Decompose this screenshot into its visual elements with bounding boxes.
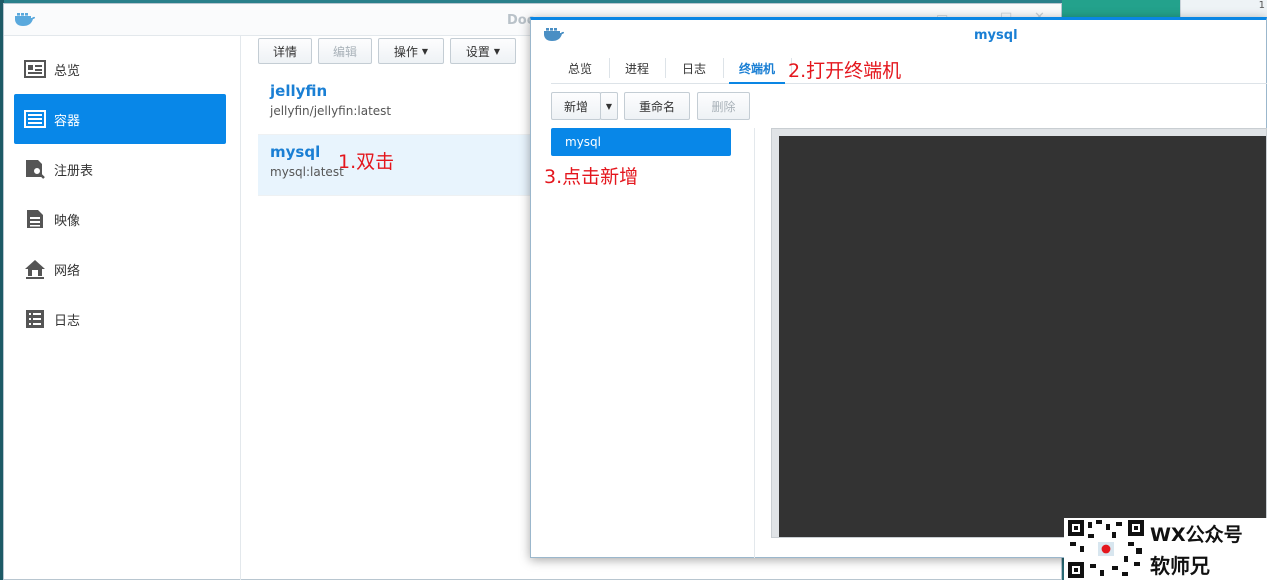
caret-down-icon: ▼ [605,101,613,111]
sidebar-item-label: 容器 [54,113,81,129]
list-item-mysql[interactable]: mysql mysql:latest [258,135,532,196]
caret-down-icon: ▼ [493,46,501,56]
desktop-widget [1062,0,1180,18]
sidebar-item-label: 总览 [54,63,81,79]
annotation-step2: 2.打开终端机 [788,60,902,82]
container-icon [24,108,46,130]
watermark: WX公众号 软师兄 [1064,518,1267,580]
sidebar-item-image[interactable]: 映像 [14,194,226,244]
watermark-line2: 软师兄 [1150,554,1210,578]
sidebar-item-label: 网络 [54,263,81,279]
tab-log[interactable]: 日志 [665,56,723,80]
sidebar-item-label: 日志 [54,313,81,329]
tab-process[interactable]: 进程 [609,56,665,80]
terminal-item-mysql[interactable]: mysql [551,128,731,156]
docker-whale-icon [543,27,565,47]
annotation-step3: 3.点击新增 [544,166,639,188]
rename-button[interactable]: 重命名 [624,92,690,120]
tab-divider [723,58,724,78]
new-dropdown-button[interactable]: ▼ [600,92,618,120]
terminal-screen[interactable] [779,136,1266,537]
sidebar-item-network[interactable]: 网络 [14,244,226,294]
sidebar-item-label: 注册表 [54,163,94,179]
list-item-jellyfin[interactable]: jellyfin jellyfin/jellyfin:latest [258,74,532,135]
container-image: jellyfin/jellyfin:latest [270,104,392,118]
active-tab-underline [729,82,785,84]
detail-tabs: 总览 进程 日志 终端机 [551,52,1267,84]
watermark-line1: WX公众号 [1150,524,1243,546]
container-image: mysql:latest [270,165,344,179]
qr-code-icon [1068,520,1144,578]
settings-dropdown-button[interactable]: 设置 ▼ [450,38,516,64]
annotation-step1: 1.双击 [338,151,395,173]
detail-window-title: mysql [974,28,1018,43]
sidebar: 总览 容器 注册表 映像 网络 日志 [4,36,241,580]
desktop-corner-number: 1 [1258,0,1265,11]
details-button[interactable]: 详情 [258,38,312,64]
container-list: jellyfin jellyfin/jellyfin:latest mysql … [258,74,532,196]
docker-whale-icon [14,12,36,32]
overview-icon [24,58,46,80]
tab-terminal[interactable]: 终端机 [725,56,789,80]
settings-label: 设置 [465,44,490,59]
tab-overview[interactable]: 总览 [551,56,609,80]
log-icon [24,308,46,330]
terminal-frame [771,128,1267,538]
new-terminal-button[interactable]: 新增 [551,92,601,120]
container-name: mysql [270,143,321,161]
panel-divider [754,128,755,558]
sidebar-item-registry[interactable]: 注册表 [14,144,226,194]
sidebar-item-label: 映像 [54,213,81,229]
sidebar-item-container[interactable]: 容器 [14,94,226,144]
delete-button[interactable]: 删除 [697,92,750,120]
registry-icon [24,158,46,180]
terminal-list: mysql [551,128,731,156]
sidebar-item-overview[interactable]: 总览 [14,44,226,94]
image-icon [24,208,46,230]
action-dropdown-button[interactable]: 操作 ▼ [378,38,444,64]
mysql-detail-window: mysql 总览 进程 日志 终端机 新增 ▼ 重命名 删除 mysql [530,17,1267,558]
desktop-panel: 1 [1180,0,1267,18]
detail-title-bar[interactable]: mysql [531,20,1266,52]
sidebar-item-log[interactable]: 日志 [14,294,226,344]
edit-button[interactable]: 编辑 [318,38,372,64]
caret-down-icon: ▼ [421,46,429,56]
action-label: 操作 [393,44,418,59]
container-name: jellyfin [270,82,328,100]
network-icon [24,258,46,280]
